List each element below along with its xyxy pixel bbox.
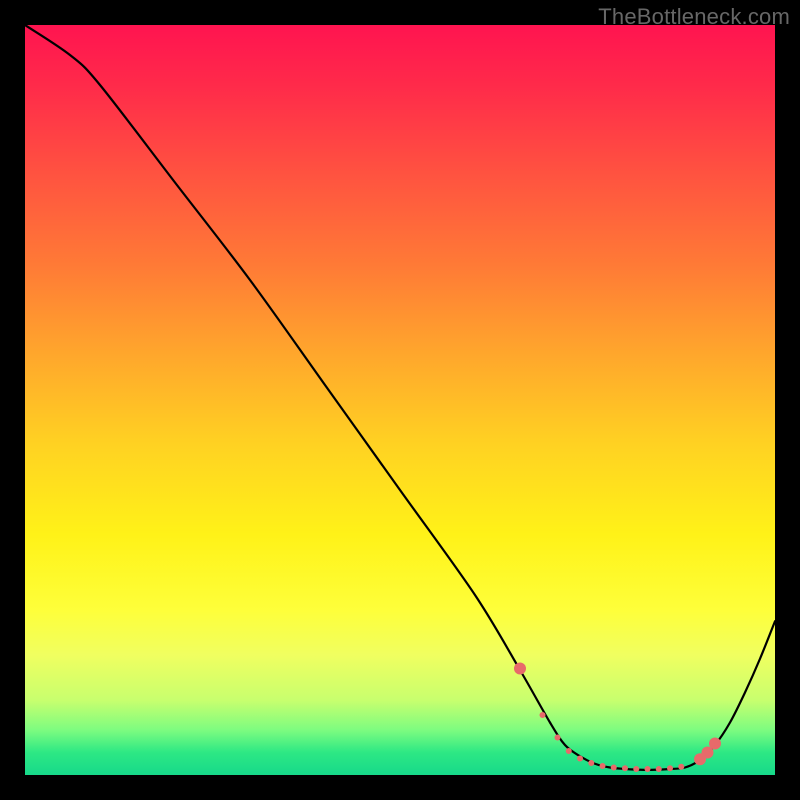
valley-marker	[577, 756, 583, 762]
curve-svg	[25, 25, 775, 775]
valley-markers	[514, 663, 721, 773]
bottleneck-curve	[25, 25, 775, 770]
valley-marker	[709, 738, 721, 750]
valley-marker	[645, 766, 651, 772]
valley-marker	[622, 765, 628, 771]
valley-marker	[600, 763, 606, 769]
valley-marker	[555, 735, 561, 741]
valley-marker	[514, 663, 526, 675]
valley-marker	[633, 766, 639, 772]
valley-marker	[667, 765, 673, 771]
valley-marker	[656, 766, 662, 772]
chart-frame: TheBottleneck.com	[0, 0, 800, 800]
valley-marker	[588, 760, 594, 766]
valley-marker	[678, 764, 684, 770]
plot-area	[25, 25, 775, 775]
valley-marker	[611, 765, 617, 771]
watermark-text: TheBottleneck.com	[598, 4, 790, 30]
valley-marker	[566, 748, 572, 754]
valley-marker	[540, 712, 546, 718]
